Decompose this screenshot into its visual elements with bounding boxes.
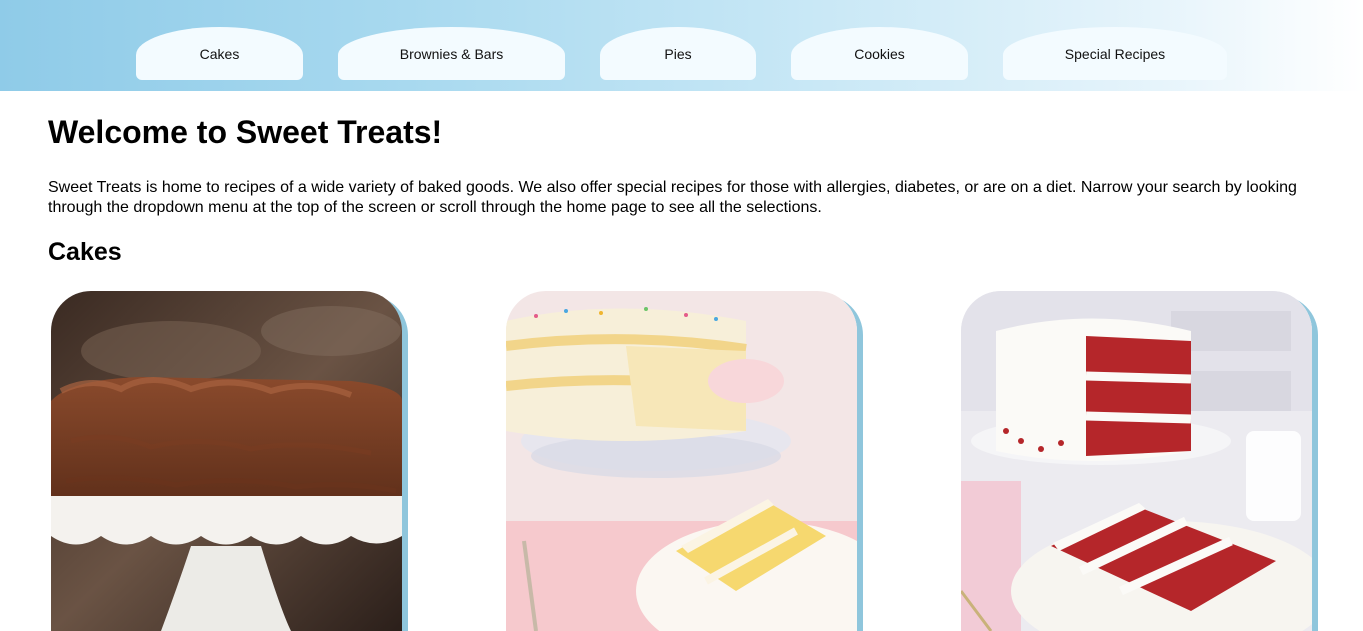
recipe-card-red-velvet-cake[interactable] xyxy=(961,291,1312,631)
nav-tab-special-recipes[interactable]: Special Recipes xyxy=(1003,27,1227,80)
nav-tab-cakes[interactable]: Cakes xyxy=(136,27,303,80)
top-navigation-bar: Cakes Brownies & Bars Pies Cookies Speci… xyxy=(0,0,1363,91)
recipe-card-vanilla-cake[interactable] xyxy=(506,291,857,631)
page-title: Welcome to Sweet Treats! xyxy=(48,114,443,150)
red-velvet-cake-image xyxy=(961,291,1312,631)
recipe-card-chocolate-cake[interactable] xyxy=(51,291,402,631)
section-title-cakes: Cakes xyxy=(48,238,122,266)
vanilla-sprinkle-cake-image xyxy=(506,291,857,631)
nav-tab-pies[interactable]: Pies xyxy=(600,27,756,80)
chocolate-cake-image xyxy=(51,291,402,631)
nav-tab-brownies-bars[interactable]: Brownies & Bars xyxy=(338,27,565,80)
intro-paragraph: Sweet Treats is home to recipes of a wid… xyxy=(48,179,1297,216)
nav-tab-cookies[interactable]: Cookies xyxy=(791,27,968,80)
